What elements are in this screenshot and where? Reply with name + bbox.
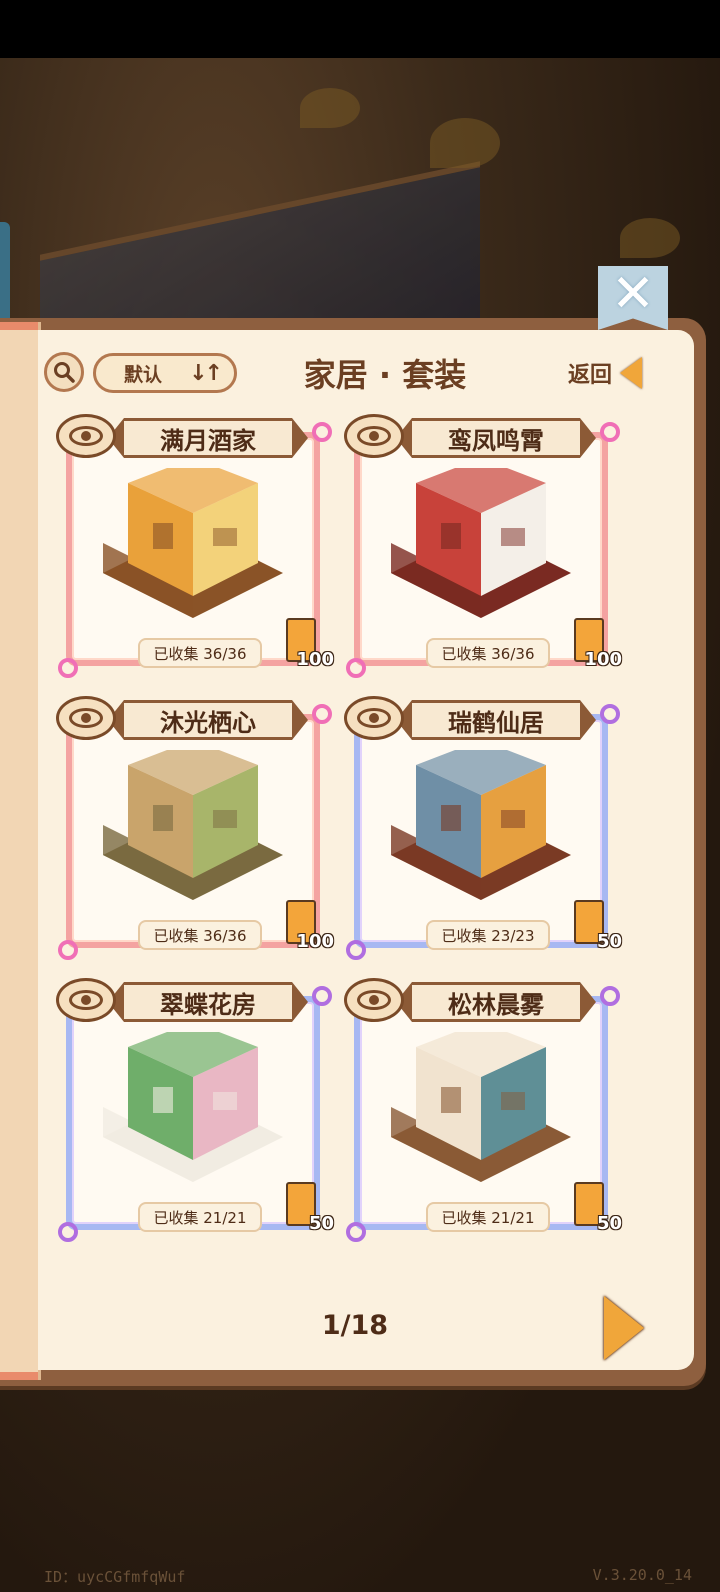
eye-icon [357, 708, 391, 728]
set-preview-image [391, 1032, 571, 1182]
collected-count: 已收集 36/36 [138, 920, 262, 950]
set-name: 鸾凤鸣霄 [396, 418, 596, 458]
frame-ornament [58, 658, 78, 678]
view-eye-button[interactable] [344, 414, 404, 458]
set-name: 瑞鹤仙居 [396, 700, 596, 740]
eye-icon [357, 426, 391, 446]
set-name: 沐光栖心 [108, 700, 308, 740]
sort-icon: ↓↑ [189, 360, 223, 386]
view-eye-button[interactable] [56, 978, 116, 1022]
view-eye-button[interactable] [56, 696, 116, 740]
back-button[interactable]: 返回 [568, 357, 643, 389]
view-eye-button[interactable] [56, 414, 116, 458]
frame-ornament [600, 986, 620, 1006]
reward-badge: 50 [282, 1182, 334, 1234]
eye-icon [69, 708, 103, 728]
next-arrow-icon[interactable] [604, 1296, 644, 1360]
reward-badge: 50 [570, 900, 622, 952]
spine-edge-top [0, 322, 38, 330]
user-id: ID：uycCGfmfqWuf [44, 1568, 186, 1586]
view-eye-button[interactable] [344, 978, 404, 1022]
page-indicator: 1/18 [321, 1310, 389, 1341]
reward-amount: 50 [308, 1213, 334, 1234]
frame-ornament [346, 940, 366, 960]
set-name: 松林晨雾 [396, 982, 596, 1022]
set-card[interactable]: 瑞鹤仙居 已收集 23/23 50 [344, 690, 622, 960]
background-leaf [430, 118, 500, 168]
frame-ornament [600, 704, 620, 724]
background-leaf [300, 88, 360, 128]
collected-count: 已收集 36/36 [426, 638, 550, 668]
set-card[interactable]: 翠蝶花房 已收集 21/21 50 [56, 972, 334, 1242]
set-preview-image [391, 468, 571, 618]
eye-icon [357, 990, 391, 1010]
reward-amount: 50 [596, 1213, 622, 1234]
search-button[interactable] [44, 352, 84, 392]
set-preview-image [103, 750, 283, 900]
close-icon: ✕ [611, 264, 655, 324]
collected-count: 已收集 23/23 [426, 920, 550, 950]
frame-ornament [312, 422, 332, 442]
frame-ornament [600, 422, 620, 442]
sort-label: 默认 [124, 363, 163, 386]
spine-edge-bottom [0, 1372, 38, 1380]
collected-count: 已收集 21/21 [138, 1202, 262, 1232]
frame-ornament [312, 704, 332, 724]
reward-amount: 100 [584, 649, 622, 670]
book-spine [0, 322, 41, 1380]
set-preview-image [103, 1032, 283, 1182]
frame-ornament [346, 658, 366, 678]
frame-ornament [346, 1222, 366, 1242]
sort-dropdown[interactable]: 默认 ↓↑ [93, 353, 237, 393]
collected-count: 已收集 21/21 [426, 1202, 550, 1232]
set-preview-image [391, 750, 571, 900]
frame-ornament [312, 986, 332, 1006]
eye-icon [69, 990, 103, 1010]
reward-badge: 100 [282, 900, 334, 952]
set-card[interactable]: 满月酒家 已收集 36/36 100 [56, 408, 334, 678]
set-name: 满月酒家 [108, 418, 308, 458]
frame-ornament [58, 940, 78, 960]
set-name: 翠蝶花房 [108, 982, 308, 1022]
reward-amount: 50 [596, 931, 622, 952]
reward-badge: 50 [570, 1182, 622, 1234]
search-icon [54, 362, 75, 383]
status-bar [0, 0, 720, 58]
reward-badge: 100 [570, 618, 622, 670]
reward-amount: 100 [296, 649, 334, 670]
back-arrow-icon [620, 357, 643, 389]
collected-count: 已收集 36/36 [138, 638, 262, 668]
set-preview-image [103, 468, 283, 618]
set-card[interactable]: 鸾凤鸣霄 已收集 36/36 100 [344, 408, 622, 678]
version-label: V.3.20.0_14 [592, 1566, 692, 1584]
set-card[interactable]: 松林晨雾 已收集 21/21 50 [344, 972, 622, 1242]
page-title: 家居 · 套装 [303, 356, 467, 394]
background-leaf [620, 218, 680, 258]
view-eye-button[interactable] [344, 696, 404, 740]
back-label: 返回 [568, 363, 613, 388]
eye-icon [69, 426, 103, 446]
frame-ornament [58, 1222, 78, 1242]
reward-badge: 100 [282, 618, 334, 670]
reward-amount: 100 [296, 931, 334, 952]
set-card[interactable]: 沐光栖心 已收集 36/36 100 [56, 690, 334, 960]
